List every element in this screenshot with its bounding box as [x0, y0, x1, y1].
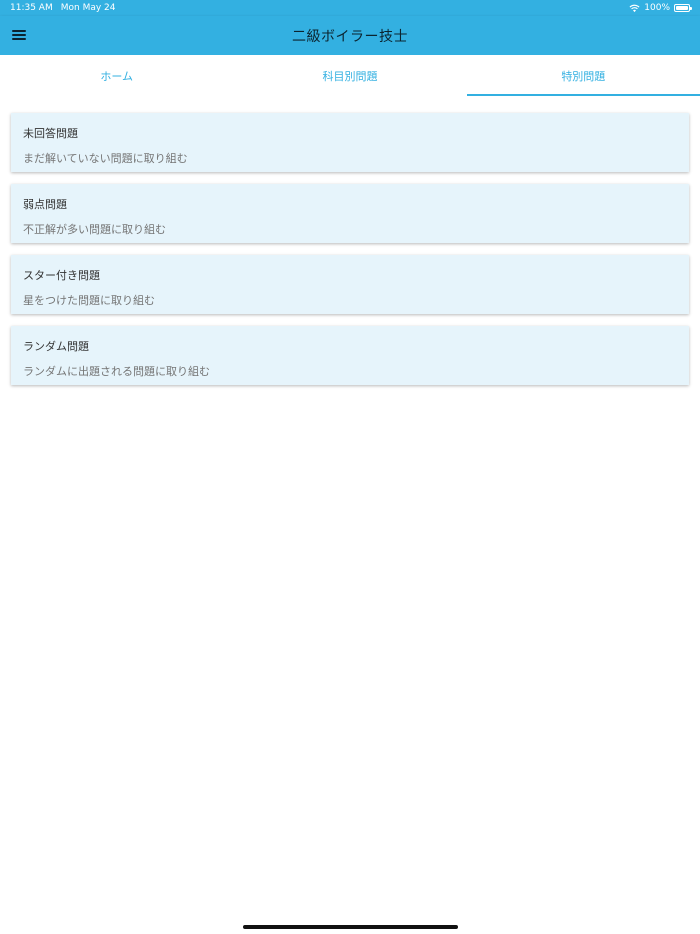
app-screen: 11:35 AM Mon May 24 100% 二級ボイラー技士 ホーム 科目… [0, 0, 700, 934]
status-right: 100% [629, 3, 692, 13]
app-bar: 二級ボイラー技士 [0, 16, 700, 55]
special-questions-list: 未回答問題 まだ解いていない問題に取り組む 弱点問題 不正解が多い問題に取り組む… [11, 113, 689, 397]
card-subtitle: まだ解いていない問題に取り組む [23, 152, 188, 165]
card-title: 未回答問題 [23, 127, 78, 140]
tab-subject-questions[interactable]: 科目別問題 [233, 55, 466, 96]
card-title: 弱点問題 [23, 198, 67, 211]
card-random-questions[interactable]: ランダム問題 ランダムに出題される問題に取り組む [11, 326, 689, 385]
card-title: ランダム問題 [23, 340, 89, 353]
app-title: 二級ボイラー技士 [292, 28, 408, 45]
card-weak-questions[interactable]: 弱点問題 不正解が多い問題に取り組む [11, 184, 689, 243]
tab-home[interactable]: ホーム [0, 55, 233, 96]
card-subtitle: 星をつけた問題に取り組む [23, 294, 155, 307]
status-left: 11:35 AM Mon May 24 [10, 3, 116, 13]
tab-special-questions[interactable]: 特別問題 [466, 55, 700, 96]
status-bar: 11:35 AM Mon May 24 100% [0, 0, 700, 16]
card-subtitle: 不正解が多い問題に取り組む [23, 223, 166, 236]
wifi-icon [629, 4, 640, 12]
status-date: Mon May 24 [60, 3, 116, 13]
home-indicator[interactable] [243, 925, 458, 929]
card-starred-questions[interactable]: スター付き問題 星をつけた問題に取り組む [11, 255, 689, 314]
battery-icon [674, 4, 692, 12]
tab-bar: ホーム 科目別問題 特別問題 [0, 55, 700, 96]
status-time: 11:35 AM [10, 3, 53, 13]
card-unanswered-questions[interactable]: 未回答問題 まだ解いていない問題に取り組む [11, 113, 689, 172]
battery-percentage: 100% [644, 3, 670, 13]
card-title: スター付き問題 [23, 269, 100, 282]
card-subtitle: ランダムに出題される問題に取り組む [23, 365, 210, 378]
hamburger-menu-icon[interactable] [12, 28, 26, 42]
